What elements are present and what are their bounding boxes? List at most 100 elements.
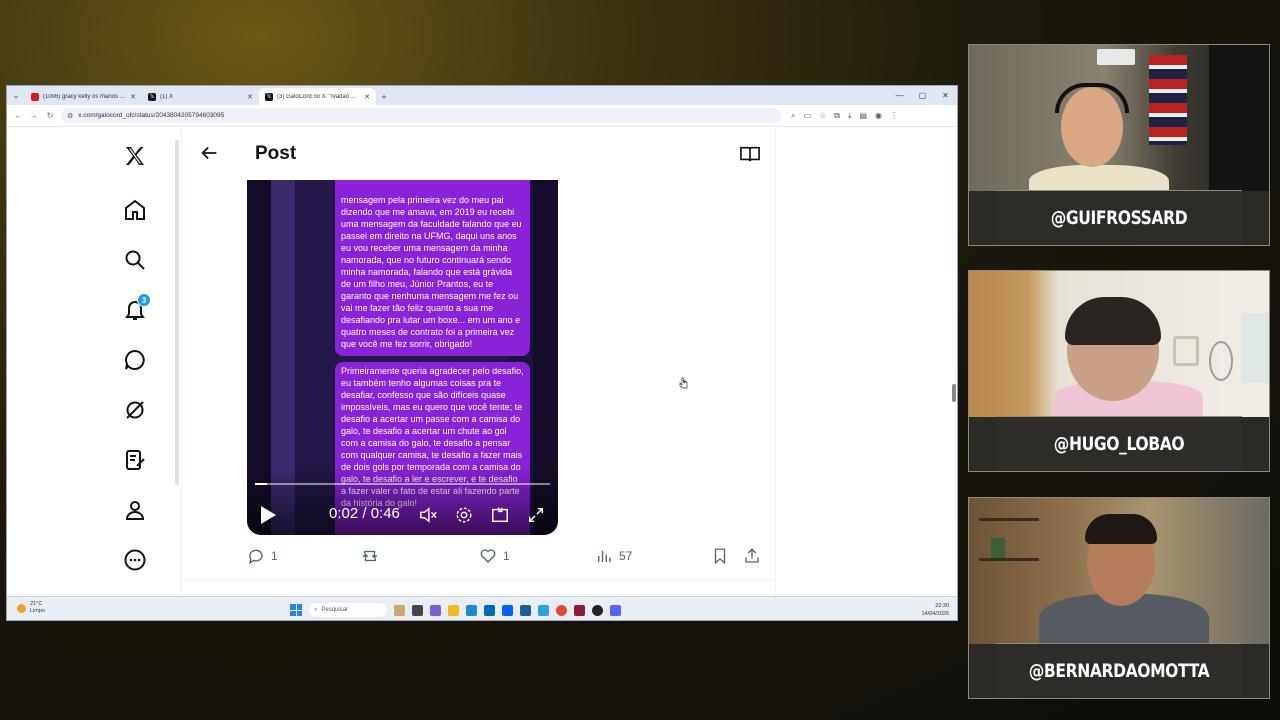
back-nav-icon[interactable]: ← — [13, 111, 23, 120]
grok-icon[interactable] — [121, 396, 149, 424]
restore-button[interactable]: ▢ — [911, 86, 934, 105]
video-progress-bar[interactable] — [255, 483, 550, 485]
task-view-icon[interactable] — [412, 604, 423, 616]
webcam-video — [969, 498, 1269, 654]
play-icon[interactable] — [259, 505, 277, 525]
download-icon[interactable]: ⤓ — [848, 111, 852, 121]
windows-taskbar: 21°C Limpo ⌕ Pesquisar 22:30 14/04/2026 — [7, 596, 957, 620]
close-tab-icon[interactable]: ✕ — [247, 93, 253, 101]
taskbar-search[interactable]: ⌕ Pesquisar — [309, 603, 387, 617]
star-icon[interactable]: ☆ — [819, 111, 826, 121]
reader-mode-icon[interactable] — [739, 144, 761, 164]
app-icon[interactable] — [574, 604, 585, 616]
close-window-button[interactable]: ✕ — [934, 86, 957, 105]
tabs-icon[interactable]: ▤ — [859, 111, 867, 121]
url-text: x.com/galocord_ofc/status/20438042057946… — [78, 112, 225, 119]
participant-handle: @BERNARDAOMOTTA — [996, 643, 1242, 698]
system-clock[interactable]: 22:30 14/04/2026 — [921, 602, 949, 618]
notification-badge: 3 — [137, 293, 151, 307]
forward-nav-icon[interactable]: → — [29, 111, 39, 120]
page-scrollbar[interactable] — [952, 384, 956, 402]
tab-x-home[interactable]: 𝕏 (1) X ✕ — [142, 88, 259, 105]
share-button[interactable] — [743, 547, 761, 565]
shelf-decor — [979, 558, 1039, 561]
video-time: 0:02 / 0:46 — [329, 505, 400, 522]
new-tab-button[interactable]: + — [376, 88, 392, 105]
participant-cam-1: @GUIFROSSARD — [968, 44, 1270, 246]
url-input[interactable]: ⚙ x.com/galocord_ofc/status/204380420579… — [61, 108, 781, 123]
video-player[interactable]: mensagem pela primeira vez do meu pai di… — [247, 180, 558, 535]
tab-galocord-post[interactable]: 𝕏 (3) GaloCord no X: "Ivadão escr ✕ — [259, 88, 376, 105]
webcam-video — [969, 45, 1269, 205]
widgets-icon[interactable] — [394, 604, 405, 616]
search-icon[interactable] — [121, 246, 149, 274]
webcam-video — [969, 271, 1269, 421]
nav-scrollbar[interactable] — [175, 140, 179, 485]
zoom-icon[interactable]: ⌕ — [791, 111, 795, 121]
dropbox-icon[interactable] — [502, 604, 513, 616]
profile-icon[interactable]: ◉ — [875, 111, 882, 121]
toolbar-icons: ⌕ ▭ ☆ ⧉ ⤓ ▤ ◉ ⋮ — [791, 111, 898, 121]
like-button[interactable]: 1 — [479, 547, 510, 565]
windows-start-icon[interactable] — [290, 604, 302, 616]
copilot-icon[interactable] — [430, 604, 441, 616]
store-icon[interactable] — [484, 604, 495, 616]
menu-icon[interactable]: ⋮ — [890, 111, 898, 121]
minimize-button[interactable]: — — [888, 86, 911, 105]
reply-button[interactable]: 1 — [247, 547, 278, 565]
app-icon[interactable] — [520, 604, 531, 616]
site-info-icon[interactable]: ⚙ — [67, 112, 73, 120]
participant-handle: @HUGO_LOBAO — [996, 416, 1242, 471]
x-icon: 𝕏 — [148, 92, 156, 101]
grok-chat-icon[interactable] — [121, 346, 149, 374]
settings-icon[interactable] — [455, 506, 473, 524]
reply-count: 1 — [271, 549, 278, 563]
tab-title: (1) X — [160, 93, 174, 100]
cast-icon[interactable]: ▭ — [803, 111, 811, 121]
notifications-icon[interactable]: 3 — [121, 293, 151, 324]
views-icon — [598, 550, 611, 562]
tab-title: (3) GaloCord no X: "Ivadão escr — [277, 93, 361, 100]
app-icon[interactable] — [538, 604, 549, 616]
discord-icon[interactable] — [610, 604, 621, 616]
wall-decor — [1241, 313, 1269, 383]
picture-in-picture-icon[interactable] — [491, 506, 509, 524]
license-plate-decor — [1097, 49, 1135, 65]
more-icon[interactable] — [121, 546, 149, 574]
clock-time: 22:30 — [935, 603, 949, 609]
browser-window: ⌄ (1006) gracy kelly os manos - Y ✕ 𝕏 (1… — [6, 85, 958, 621]
tab-youtube[interactable]: (1006) gracy kelly os manos - Y ✕ — [25, 88, 142, 105]
weather-widget[interactable]: 21°C Limpo — [17, 601, 45, 615]
volume-icon[interactable] — [419, 506, 437, 524]
extensions-icon[interactable]: ⧉ — [834, 111, 840, 121]
edge-icon[interactable] — [466, 604, 477, 616]
x-logo-icon[interactable] — [121, 142, 149, 170]
file-explorer-icon[interactable] — [448, 604, 459, 616]
x-icon: 𝕏 — [265, 92, 273, 101]
post-column: Post mensagem pela primeira vez do meu p… — [181, 128, 776, 596]
chat-message-1: mensagem pela primeira vez do meu pai di… — [335, 180, 530, 356]
video-controls — [247, 465, 558, 535]
back-arrow-icon[interactable] — [198, 142, 220, 164]
reload-icon[interactable]: ↻ — [45, 111, 55, 120]
fullscreen-icon[interactable] — [527, 506, 545, 524]
bookmark-button[interactable] — [711, 547, 729, 565]
tab-title: (1006) gracy kelly os manos - Y — [43, 93, 127, 100]
plant-decor — [991, 538, 1005, 558]
racket-decor — [1209, 341, 1233, 381]
weather-temp: 21°C — [30, 601, 43, 607]
chrome-icon[interactable] — [556, 604, 567, 616]
app-icon[interactable] — [592, 604, 603, 616]
x-page: 3 Post mensagem pela primeira vez do meu… — [7, 128, 957, 596]
close-tab-icon[interactable]: ✕ — [130, 93, 136, 101]
views-button[interactable]: 57 — [595, 547, 632, 565]
tab-search-icon[interactable]: ⌄ — [7, 86, 25, 105]
repost-button[interactable] — [361, 547, 385, 565]
heart-icon — [480, 549, 496, 563]
tab-strip: ⌄ (1006) gracy kelly os manos - Y ✕ 𝕏 (1… — [7, 86, 957, 105]
person-hair — [1065, 297, 1161, 345]
home-icon[interactable] — [121, 196, 149, 224]
profile-nav-icon[interactable] — [121, 496, 149, 524]
lists-icon[interactable] — [121, 446, 149, 474]
close-tab-icon[interactable]: ✕ — [364, 93, 370, 101]
